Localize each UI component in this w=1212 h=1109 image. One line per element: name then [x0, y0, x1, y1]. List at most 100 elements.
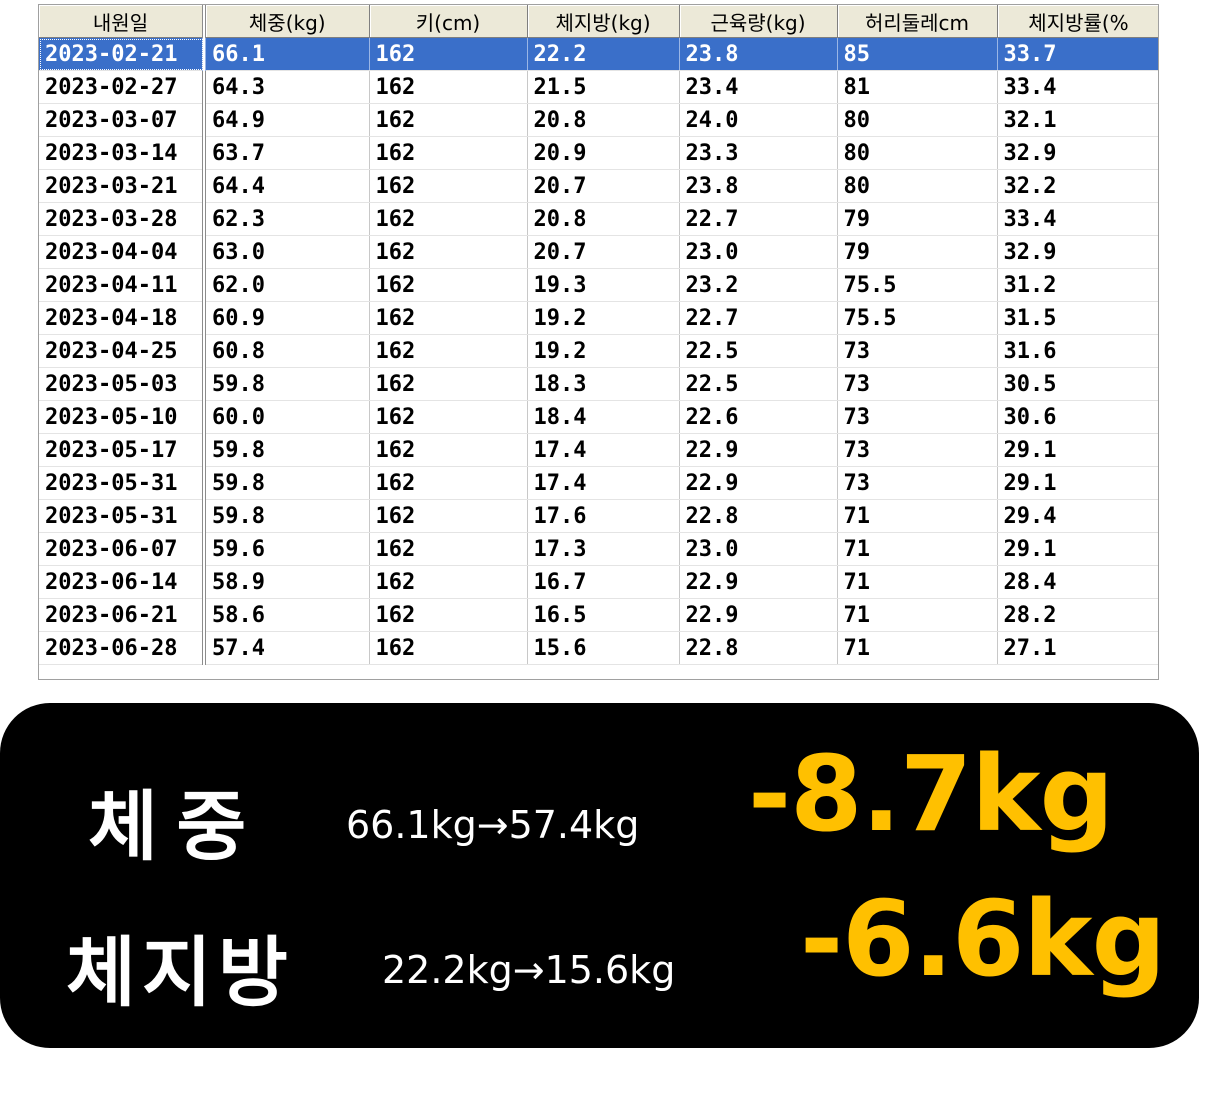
- table-cell[interactable]: 31.2: [997, 268, 1158, 302]
- table-cell[interactable]: 162: [369, 103, 528, 137]
- table-cell[interactable]: 57.4: [204, 631, 370, 665]
- table-cell[interactable]: 2023-06-28: [39, 631, 206, 665]
- table-row[interactable]: 2023-04-04 63.0 162 20.7 23.0 79 32.9: [39, 235, 1158, 269]
- table-cell[interactable]: 2023-05-31: [39, 499, 206, 533]
- table-row[interactable]: 2023-02-21 66.1 162 22.2 23.8 85 33.7: [39, 37, 1158, 71]
- table-cell[interactable]: 2023-04-25: [39, 334, 206, 368]
- table-cell[interactable]: 73: [837, 433, 998, 467]
- table-cell[interactable]: 18.3: [527, 367, 680, 401]
- table-cell[interactable]: 73: [837, 367, 998, 401]
- table-row[interactable]: 2023-05-03 59.8 162 18.3 22.5 73 30.5: [39, 367, 1158, 401]
- table-cell[interactable]: 2023-05-10: [39, 400, 206, 434]
- table-cell[interactable]: 162: [369, 334, 528, 368]
- table-cell[interactable]: 22.9: [679, 598, 838, 632]
- table-cell[interactable]: 64.3: [204, 70, 370, 104]
- table-cell[interactable]: 73: [837, 334, 998, 368]
- table-cell[interactable]: 162: [369, 169, 528, 203]
- table-cell[interactable]: 2023-06-14: [39, 565, 206, 599]
- table-cell[interactable]: 22.9: [679, 565, 838, 599]
- column-header[interactable]: 체지방률(%: [997, 5, 1158, 38]
- table-cell[interactable]: 2023-03-28: [39, 202, 206, 236]
- table-cell[interactable]: 29.1: [997, 466, 1158, 500]
- table-row[interactable]: 2023-03-21 64.4 162 20.7 23.8 80 32.2: [39, 169, 1158, 203]
- table-cell[interactable]: 2023-05-31: [39, 466, 206, 500]
- column-header[interactable]: 내원일: [39, 5, 206, 38]
- table-cell[interactable]: 80: [837, 103, 998, 137]
- table-row[interactable]: 2023-06-28 57.4 162 15.6 22.8 71 27.1: [39, 631, 1158, 665]
- table-cell[interactable]: 2023-03-07: [39, 103, 206, 137]
- column-header[interactable]: 체지방(kg): [527, 5, 680, 38]
- table-cell[interactable]: 22.8: [679, 499, 838, 533]
- table-row[interactable]: 2023-04-25 60.8 162 19.2 22.5 73 31.6: [39, 334, 1158, 368]
- table-cell[interactable]: 63.7: [204, 136, 370, 170]
- column-header[interactable]: 허리둘레cm: [837, 5, 998, 38]
- table-cell[interactable]: 162: [369, 433, 528, 467]
- table-cell[interactable]: 22.5: [679, 334, 838, 368]
- table-row[interactable]: 2023-05-31 59.8 162 17.6 22.8 71 29.4: [39, 499, 1158, 533]
- table-row[interactable]: 2023-03-14 63.7 162 20.9 23.3 80 32.9: [39, 136, 1158, 170]
- table-cell[interactable]: 73: [837, 466, 998, 500]
- table-cell[interactable]: 23.2: [679, 268, 838, 302]
- table-cell[interactable]: 63.0: [204, 235, 370, 269]
- table-cell[interactable]: 81: [837, 70, 998, 104]
- table-cell[interactable]: 71: [837, 565, 998, 599]
- table-cell[interactable]: 28.4: [997, 565, 1158, 599]
- table-cell[interactable]: 162: [369, 598, 528, 632]
- table-row[interactable]: 2023-04-18 60.9 162 19.2 22.7 75.5 31.5: [39, 301, 1158, 335]
- table-cell[interactable]: 18.4: [527, 400, 680, 434]
- table-cell[interactable]: 23.4: [679, 70, 838, 104]
- table-cell[interactable]: 32.1: [997, 103, 1158, 137]
- table-cell[interactable]: 2023-04-18: [39, 301, 206, 335]
- table-cell[interactable]: 162: [369, 499, 528, 533]
- table-cell[interactable]: 20.7: [527, 235, 680, 269]
- table-cell[interactable]: 23.0: [679, 532, 838, 566]
- table-cell[interactable]: 162: [369, 136, 528, 170]
- table-cell[interactable]: 29.1: [997, 433, 1158, 467]
- table-cell[interactable]: 75.5: [837, 301, 998, 335]
- table-cell[interactable]: 21.5: [527, 70, 680, 104]
- table-cell[interactable]: 71: [837, 631, 998, 665]
- table-cell[interactable]: 162: [369, 466, 528, 500]
- table-cell[interactable]: 2023-05-03: [39, 367, 206, 401]
- table-cell[interactable]: 33.7: [997, 37, 1158, 71]
- table-cell[interactable]: 2023-04-11: [39, 268, 206, 302]
- table-cell[interactable]: 162: [369, 631, 528, 665]
- table-cell[interactable]: 60.9: [204, 301, 370, 335]
- table-cell[interactable]: 64.9: [204, 103, 370, 137]
- table-cell[interactable]: 162: [369, 301, 528, 335]
- table-cell[interactable]: 17.4: [527, 466, 680, 500]
- table-cell[interactable]: 22.7: [679, 301, 838, 335]
- table-cell[interactable]: 162: [369, 70, 528, 104]
- table-cell[interactable]: 2023-02-21: [39, 37, 206, 71]
- table-cell[interactable]: 19.2: [527, 301, 680, 335]
- table-cell[interactable]: 59.8: [204, 466, 370, 500]
- table-cell[interactable]: 33.4: [997, 202, 1158, 236]
- table-cell[interactable]: 17.3: [527, 532, 680, 566]
- table-cell[interactable]: 71: [837, 499, 998, 533]
- table-cell[interactable]: 22.9: [679, 466, 838, 500]
- table-cell[interactable]: 2023-04-04: [39, 235, 206, 269]
- table-cell[interactable]: 59.8: [204, 499, 370, 533]
- table-cell[interactable]: 30.6: [997, 400, 1158, 434]
- table-cell[interactable]: 2023-03-14: [39, 136, 206, 170]
- table-cell[interactable]: 27.1: [997, 631, 1158, 665]
- table-cell[interactable]: 62.0: [204, 268, 370, 302]
- table-cell[interactable]: 23.8: [679, 169, 838, 203]
- table-cell[interactable]: 2023-06-07: [39, 532, 206, 566]
- table-cell[interactable]: 28.2: [997, 598, 1158, 632]
- table-cell[interactable]: 20.9: [527, 136, 680, 170]
- table-cell[interactable]: 162: [369, 400, 528, 434]
- table-cell[interactable]: 17.6: [527, 499, 680, 533]
- table-cell[interactable]: 162: [369, 37, 528, 71]
- table-row[interactable]: 2023-05-17 59.8 162 17.4 22.9 73 29.1: [39, 433, 1158, 467]
- table-cell[interactable]: 23.8: [679, 37, 838, 71]
- table-cell[interactable]: 31.6: [997, 334, 1158, 368]
- table-cell[interactable]: 58.9: [204, 565, 370, 599]
- table-row[interactable]: 2023-06-14 58.9 162 16.7 22.9 71 28.4: [39, 565, 1158, 599]
- table-cell[interactable]: 66.1: [204, 37, 370, 71]
- table-cell[interactable]: 85: [837, 37, 998, 71]
- table-row[interactable]: 2023-05-31 59.8 162 17.4 22.9 73 29.1: [39, 466, 1158, 500]
- table-cell[interactable]: 79: [837, 202, 998, 236]
- table-cell[interactable]: 31.5: [997, 301, 1158, 335]
- table-cell[interactable]: 22.5: [679, 367, 838, 401]
